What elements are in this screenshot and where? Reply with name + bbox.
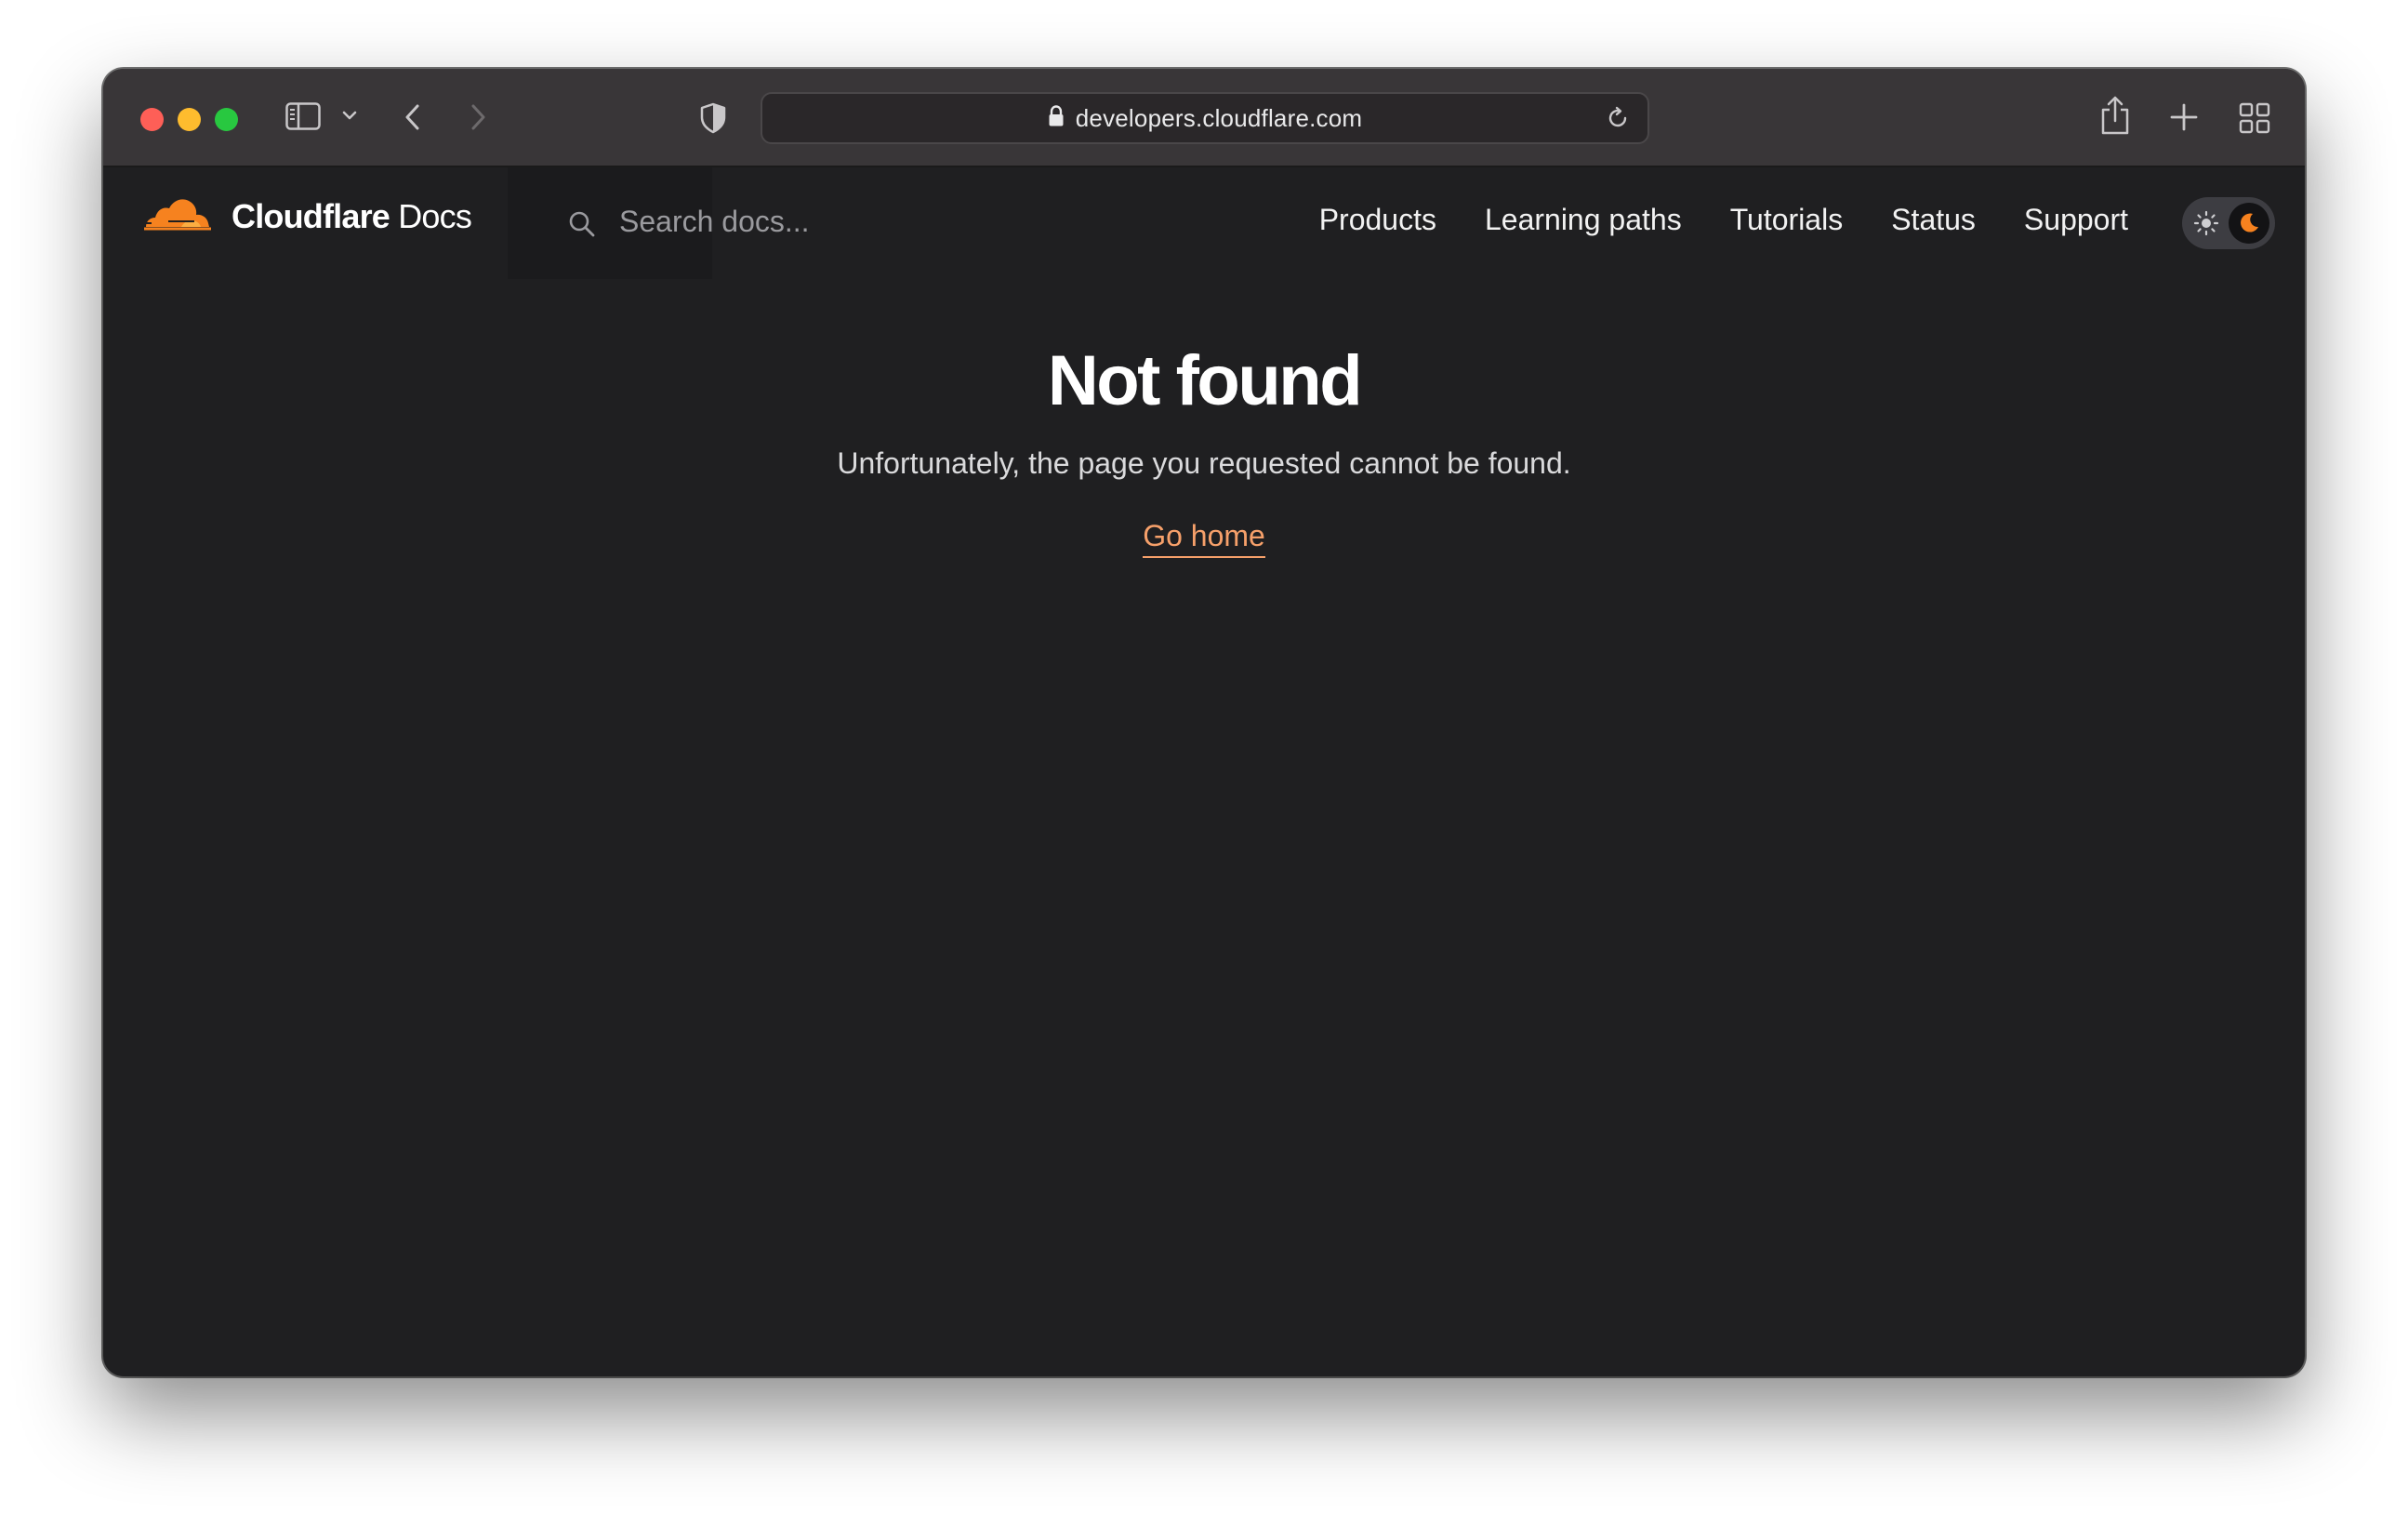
nav-item-products[interactable]: Products [1319, 203, 1436, 237]
reload-icon[interactable] [1605, 105, 1631, 136]
nav-item-support[interactable]: Support [2024, 203, 2128, 237]
main-nav: Products Learning paths Tutorials Status… [1319, 203, 2128, 237]
share-icon[interactable] [2099, 95, 2131, 136]
url-text: developers.cloudflare.com [1075, 103, 1363, 132]
grid-icon[interactable] [2239, 102, 2270, 134]
lock-icon [1048, 104, 1065, 132]
minimize-window-button[interactable] [178, 108, 201, 131]
error-message: Unfortunately, the page you requested ca… [837, 445, 1571, 480]
chevron-right-icon[interactable] [468, 102, 488, 132]
cloudflare-logo-icon [140, 195, 213, 237]
shield-icon[interactable] [699, 102, 727, 134]
nav-item-learning-paths[interactable]: Learning paths [1485, 203, 1682, 237]
chevron-left-icon[interactable] [403, 102, 423, 132]
sun-icon [2193, 210, 2219, 241]
main-content: Not found Unfortunately, the page you re… [103, 279, 2305, 558]
theme-toggle[interactable] [2182, 197, 2275, 249]
search-icon [568, 210, 596, 243]
brand-home-link[interactable]: Cloudflare Docs [140, 195, 472, 237]
chevron-down-icon[interactable] [342, 110, 357, 121]
close-window-button[interactable] [140, 108, 164, 131]
page-title: Not found [1047, 341, 1363, 420]
browser-toolbar: developers.cloudflare.com [103, 69, 2305, 167]
sidebar-icon[interactable] [285, 102, 321, 130]
plus-icon[interactable] [2169, 102, 2199, 132]
nav-item-status[interactable]: Status [1891, 203, 1976, 237]
search-placeholder[interactable]: Search docs... [619, 205, 810, 239]
nav-item-tutorials[interactable]: Tutorials [1730, 203, 1844, 237]
go-home-link[interactable]: Go home [1143, 518, 1265, 558]
moon-icon [2229, 203, 2269, 244]
address-bar[interactable]: developers.cloudflare.com [761, 92, 1649, 144]
maximize-window-button[interactable] [215, 108, 238, 131]
site-header: Cloudflare Docs Search docs... Products … [103, 167, 2305, 279]
brand-name: Cloudflare Docs [232, 196, 472, 235]
browser-window: developers.cloudflare.com Cloudflare Doc… [103, 69, 2305, 1376]
